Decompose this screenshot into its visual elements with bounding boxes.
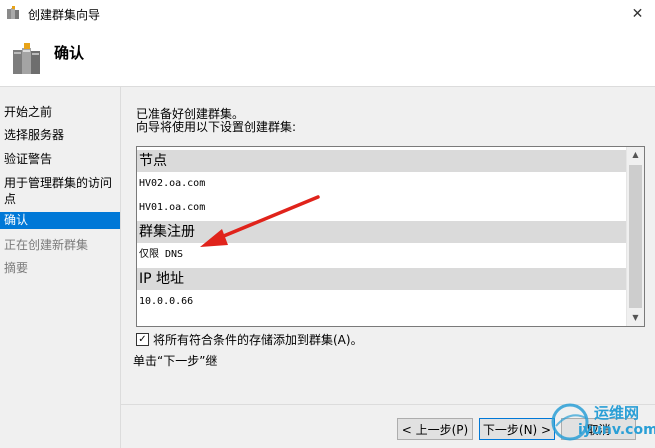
section-header-ip-address: IP 地址	[137, 268, 626, 290]
settings-list[interactable]: 节点 HV02.oa.com HV01.oa.com 群集注册 仅限 DNS I…	[136, 146, 645, 327]
watermark-text: 运维网	[594, 404, 640, 422]
hint-text: 单击“下一步”继	[133, 354, 218, 368]
scroll-thumb[interactable]	[629, 165, 642, 308]
title-bar: 创建群集向导 ✕	[0, 0, 655, 28]
step-validation-warning[interactable]: 验证警告	[0, 151, 120, 167]
step-access-point[interactable]: 用于管理群集的访问 点	[0, 175, 120, 207]
list-item: 10.0.0.66	[139, 296, 194, 307]
settings-text: 向导将使用以下设置创建群集:	[136, 120, 297, 134]
watermark-url: iyunv.com	[578, 422, 655, 438]
wizard-header: 确认	[0, 28, 655, 87]
list-item: HV02.oa.com	[139, 178, 206, 189]
wizard-steps-sidebar: 开始之前 选择服务器 验证警告 用于管理群集的访问 点 确认 正在创建新群集 摘…	[0, 87, 120, 448]
step-confirmation[interactable]: 确认	[0, 212, 120, 229]
main-panel: 已准备好创建群集。 向导将使用以下设置创建群集: 节点 HV02.oa.com …	[120, 87, 655, 448]
scroll-up-arrow-icon[interactable]: ▲	[627, 147, 644, 163]
step-access-point-label-cont: 点	[4, 192, 17, 206]
watermark: 运维网 iyunv.com	[548, 398, 655, 448]
page-title: 确认	[54, 44, 85, 62]
step-access-point-label: 用于管理群集的访问	[4, 176, 113, 190]
add-storage-label[interactable]: 将所有符合条件的存储添加到群集(A)。	[153, 331, 363, 348]
cluster-servers-icon	[7, 6, 19, 19]
step-before-you-begin[interactable]: 开始之前	[0, 104, 120, 120]
previous-button[interactable]: < 上一步(P)	[397, 418, 473, 440]
cluster-servers-icon	[13, 43, 40, 74]
scroll-down-arrow-icon[interactable]: ▼	[627, 310, 644, 326]
next-button[interactable]: 下一步(N) >	[479, 418, 555, 440]
section-header-nodes: 节点	[137, 150, 626, 172]
add-storage-checkbox[interactable]: ✓	[136, 333, 149, 346]
step-creating-cluster: 正在创建新群集	[4, 238, 89, 252]
step-select-servers[interactable]: 选择服务器	[0, 127, 120, 143]
section-header-registration: 群集注册	[137, 221, 626, 243]
vertical-scrollbar[interactable]: ▲ ▼	[626, 147, 644, 326]
list-item: HV01.oa.com	[139, 202, 206, 213]
window-title: 创建群集向导	[28, 8, 101, 22]
list-item: 仅限 DNS	[139, 249, 184, 260]
close-button[interactable]: ✕	[620, 0, 655, 28]
step-summary: 摘要	[4, 261, 29, 275]
